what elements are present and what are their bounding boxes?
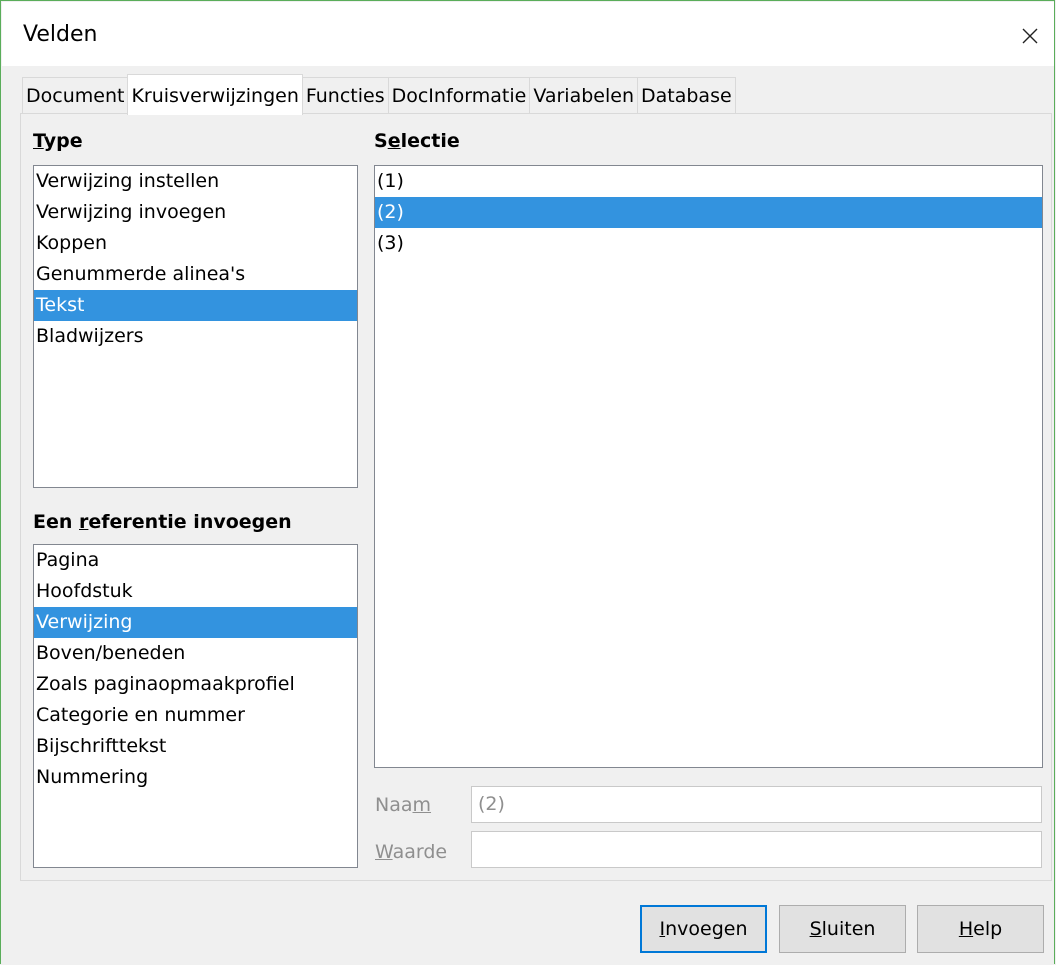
list-item[interactable]: (3) xyxy=(375,228,1042,259)
list-item-selected[interactable]: Verwijzing xyxy=(34,607,357,638)
selection-listbox[interactable]: (1) (2) (3) xyxy=(374,165,1043,768)
list-item[interactable]: Koppen xyxy=(34,228,357,259)
tab-panel: Type Verwijzing instellen Verwijzing inv… xyxy=(20,113,1052,881)
title-bar: Velden xyxy=(2,2,1054,66)
close-button[interactable]: Sluiten xyxy=(779,905,906,953)
list-item[interactable]: Bladwijzers xyxy=(34,321,357,352)
list-item[interactable]: Genummerde alinea's xyxy=(34,259,357,290)
name-label: Naam xyxy=(375,794,432,816)
help-button[interactable]: Help xyxy=(917,905,1044,953)
list-item[interactable]: (1) xyxy=(375,166,1042,197)
tab-variabelen[interactable]: Variabelen xyxy=(529,77,638,115)
list-item[interactable]: Verwijzing instellen xyxy=(34,166,357,197)
list-item[interactable]: Categorie en nummer xyxy=(34,700,357,731)
list-item[interactable]: Hoofdstuk xyxy=(34,576,357,607)
tab-database[interactable]: Database xyxy=(637,77,736,115)
list-item[interactable]: Pagina xyxy=(34,545,357,576)
name-field[interactable]: (2) xyxy=(471,786,1042,823)
list-item[interactable]: Bijschrifttekst xyxy=(34,731,357,762)
tab-functies[interactable]: Functies xyxy=(301,77,389,115)
list-item[interactable]: Boven/beneden xyxy=(34,638,357,669)
list-item[interactable]: Zoals paginaopmaakprofiel xyxy=(34,669,357,700)
value-field[interactable] xyxy=(471,831,1042,868)
tab-docinformatie[interactable]: DocInformatie xyxy=(387,77,531,115)
value-label: Waarde xyxy=(375,841,448,863)
tab-bar: Document Kruisverwijzingen Functies DocI… xyxy=(22,74,736,115)
close-icon xyxy=(1022,28,1038,44)
reference-header: Een referentie invoegen xyxy=(33,511,292,533)
list-item[interactable]: Verwijzing invoegen xyxy=(34,197,357,228)
list-item-selected[interactable]: (2) xyxy=(375,197,1042,228)
fields-dialog: Velden Document Kruisverwijzingen Functi… xyxy=(0,0,1055,964)
tab-kruisverwijzingen[interactable]: Kruisverwijzingen xyxy=(127,74,303,115)
close-window-button[interactable] xyxy=(1008,16,1052,56)
reference-listbox[interactable]: Pagina Hoofdstuk Verwijzing Boven/benede… xyxy=(33,544,358,868)
type-header: Type xyxy=(33,130,83,152)
insert-button[interactable]: Invoegen xyxy=(640,905,767,953)
list-item[interactable]: Nummering xyxy=(34,762,357,793)
selection-header: Selectie xyxy=(374,130,460,152)
tab-document[interactable]: Document xyxy=(22,77,129,115)
type-listbox[interactable]: Verwijzing instellen Verwijzing invoegen… xyxy=(33,165,358,488)
list-item-selected[interactable]: Tekst xyxy=(34,290,357,321)
window-title: Velden xyxy=(23,22,98,47)
